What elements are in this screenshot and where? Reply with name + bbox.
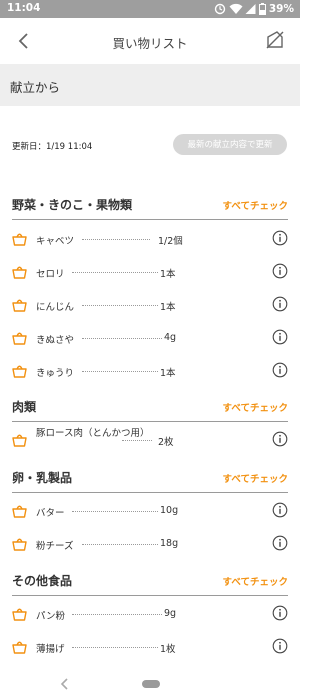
list-item[interactable]: セロリ 1本 bbox=[12, 258, 288, 288]
category-vegetables: 野菜・きのこ・果物類 すべてチェック bbox=[12, 192, 288, 228]
basket-icon[interactable] bbox=[12, 264, 27, 279]
check-all-button[interactable]: すべてチェック bbox=[223, 400, 288, 414]
divider bbox=[12, 421, 288, 422]
item-name: パン粉 bbox=[36, 611, 65, 622]
info-icon[interactable] bbox=[272, 329, 288, 345]
category-title: 卵・乳製品 bbox=[12, 471, 73, 485]
dotted-leader bbox=[72, 647, 158, 648]
info-icon[interactable] bbox=[272, 263, 288, 279]
item-quantity: 2枚 bbox=[158, 437, 174, 448]
basket-icon[interactable] bbox=[12, 503, 27, 518]
dotted-leader bbox=[82, 239, 150, 240]
list-item[interactable]: バター 10g bbox=[12, 497, 288, 527]
category-title: その他食品 bbox=[12, 574, 73, 588]
item-quantity: 1/2個 bbox=[158, 236, 183, 247]
clear-list-icon[interactable] bbox=[264, 29, 286, 51]
item-name: きゅうり bbox=[36, 368, 75, 379]
item-quantity: 9g bbox=[164, 608, 177, 619]
list-item[interactable]: キャベツ 1/2個 bbox=[12, 225, 288, 255]
dotted-leader bbox=[72, 272, 158, 273]
basket-icon[interactable] bbox=[12, 432, 27, 447]
info-icon[interactable] bbox=[272, 230, 288, 246]
category-dairy: 卵・乳製品 すべてチェック bbox=[12, 465, 288, 501]
info-icon[interactable] bbox=[272, 605, 288, 621]
status-icons: 39% bbox=[214, 2, 294, 16]
check-all-button[interactable]: すべてチェック bbox=[223, 471, 288, 485]
item-name: 薄揚げ bbox=[36, 644, 65, 655]
dotted-leader bbox=[72, 511, 158, 512]
battery-percent: 39% bbox=[268, 3, 294, 15]
basket-icon[interactable] bbox=[12, 639, 27, 654]
dotted-leader bbox=[82, 371, 158, 372]
basket-icon[interactable] bbox=[12, 231, 27, 246]
list-item[interactable]: きぬさや 4g bbox=[12, 324, 288, 354]
category-title: 野菜・きのこ・果物類 bbox=[12, 198, 133, 212]
section-header: 献立から bbox=[0, 64, 300, 106]
item-quantity: 10g bbox=[160, 505, 179, 516]
wifi-icon bbox=[229, 3, 243, 15]
dotted-leader bbox=[82, 305, 158, 306]
item-name: バター bbox=[36, 508, 65, 519]
list-item[interactable]: 薄揚げ 1枚 bbox=[12, 633, 288, 663]
divider bbox=[12, 595, 288, 596]
item-quantity: 1本 bbox=[160, 368, 176, 379]
page-title: 買い物リスト bbox=[112, 36, 188, 51]
section-title: 献立から bbox=[10, 80, 61, 95]
signal-icon bbox=[245, 4, 256, 14]
info-icon[interactable] bbox=[272, 296, 288, 312]
info-icon[interactable] bbox=[272, 362, 288, 378]
basket-icon[interactable] bbox=[12, 536, 27, 551]
update-menu-button[interactable]: 最新の献立内容で更新 bbox=[173, 134, 287, 155]
update-date: 更新日：1/19 11:04 bbox=[12, 142, 93, 152]
category-title: 肉類 bbox=[12, 400, 37, 414]
divider bbox=[12, 492, 288, 493]
info-icon[interactable] bbox=[272, 535, 288, 551]
home-pill[interactable] bbox=[142, 680, 160, 688]
battery-icon bbox=[258, 3, 266, 15]
category-meat: 肉類 すべてチェック bbox=[12, 394, 288, 430]
update-row: 更新日：1/19 11:04 最新の献立内容で更新 bbox=[0, 130, 300, 160]
dotted-leader bbox=[82, 544, 158, 545]
basket-icon[interactable] bbox=[12, 330, 27, 345]
item-name: にんじん bbox=[36, 302, 75, 313]
item-name: 豚ロース肉（とんかつ用） bbox=[36, 428, 150, 439]
basket-icon[interactable] bbox=[12, 606, 27, 621]
list-item[interactable]: にんじん 1本 bbox=[12, 291, 288, 321]
app-bar: 買い物リスト bbox=[0, 18, 300, 64]
item-quantity: 4g bbox=[164, 332, 177, 343]
item-quantity: 1本 bbox=[160, 269, 176, 280]
basket-icon[interactable] bbox=[12, 363, 27, 378]
info-icon[interactable] bbox=[272, 502, 288, 518]
list-item[interactable]: きゅうり 1本 bbox=[12, 357, 288, 387]
info-icon[interactable] bbox=[272, 638, 288, 654]
divider bbox=[12, 219, 288, 220]
list-item[interactable]: 豚ロース肉（とんかつ用） 2枚 bbox=[12, 426, 288, 456]
sync-icon bbox=[214, 3, 226, 15]
check-all-button[interactable]: すべてチェック bbox=[223, 574, 288, 588]
dotted-leader bbox=[122, 440, 152, 441]
item-quantity: 18g bbox=[160, 538, 179, 549]
info-icon[interactable] bbox=[272, 431, 288, 447]
status-bar: 11:04 39% bbox=[0, 0, 300, 18]
item-name: キャベツ bbox=[36, 236, 75, 247]
dotted-leader bbox=[82, 338, 162, 339]
item-quantity: 1本 bbox=[160, 302, 176, 313]
item-name: きぬさや bbox=[36, 335, 75, 346]
list-item[interactable]: パン粉 9g bbox=[12, 600, 288, 630]
dotted-leader bbox=[72, 614, 162, 615]
item-name: セロリ bbox=[36, 269, 65, 280]
system-nav-bar bbox=[0, 668, 300, 700]
category-other-foods: その他食品 すべてチェック bbox=[12, 568, 288, 604]
basket-icon[interactable] bbox=[12, 297, 27, 312]
item-quantity: 1枚 bbox=[160, 644, 176, 655]
list-item[interactable]: 粉チーズ 18g bbox=[12, 530, 288, 560]
nav-back-icon[interactable] bbox=[58, 677, 70, 691]
check-all-button[interactable]: すべてチェック bbox=[223, 198, 288, 212]
status-time: 11:04 bbox=[7, 2, 41, 14]
item-name: 粉チーズ bbox=[36, 541, 74, 552]
